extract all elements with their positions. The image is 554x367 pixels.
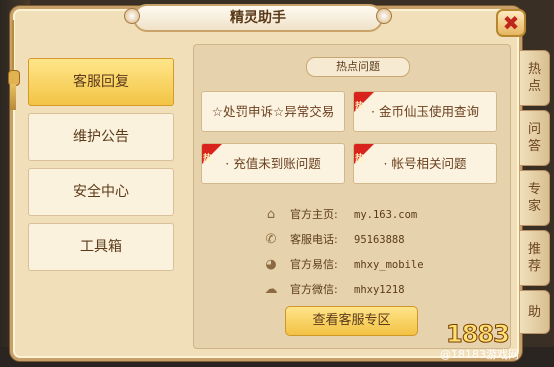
close-icon: ✖ xyxy=(502,11,520,35)
yixin-icon: ◕ xyxy=(265,257,277,272)
contact-value: 95163888 xyxy=(354,234,405,246)
nav-customer-reply[interactable]: 客服回复 xyxy=(28,58,174,106)
side-tab-qa[interactable]: 问答 xyxy=(520,110,550,166)
content-area xyxy=(193,44,511,349)
question-label: · 充值未到账问题 xyxy=(225,156,321,171)
view-service-zone-button[interactable]: 查看客服专区 xyxy=(285,306,418,336)
side-tab-label: 推荐 xyxy=(527,242,541,274)
nav-label: 客服回复 xyxy=(73,74,129,90)
contact-wechat: ☁ 官方微信: mhxy1218 xyxy=(262,279,405,301)
question-label: · 金币仙玉使用查询 xyxy=(371,104,479,119)
title-knob-left xyxy=(124,8,140,24)
home-icon: ⌂ xyxy=(266,207,276,222)
contact-value: mhxy1218 xyxy=(354,284,405,296)
nav-maintenance-notice[interactable]: 维护公告 xyxy=(28,113,174,161)
window-title: 精灵助手 xyxy=(133,4,383,32)
hot-badge: 热 xyxy=(355,154,365,164)
window-title-text: 精灵助手 xyxy=(230,10,286,26)
contact-yixin: ◕ 官方易信: mhxy_mobile xyxy=(262,254,424,276)
hot-badge: 热 xyxy=(203,154,213,164)
contact-value: my.163.com xyxy=(354,209,418,221)
side-tab-expert[interactable]: 专家 xyxy=(520,170,550,226)
hot-questions-title-text: 热点问题 xyxy=(336,60,380,73)
contact-value: mhxy_mobile xyxy=(354,259,424,271)
question-label: ☆处罚申诉☆异常交易 xyxy=(211,104,335,119)
title-knob-right xyxy=(376,8,392,24)
watermark: 1883 @18183游戏网 xyxy=(440,320,554,362)
hot-questions-title: 热点问题 xyxy=(306,57,410,77)
nav-label: 维护公告 xyxy=(73,129,129,145)
service-button-label: 查看客服专区 xyxy=(312,313,391,328)
contact-label: 官方主页: xyxy=(290,208,338,221)
question-coin-query[interactable]: 热 · 金币仙玉使用查询 xyxy=(353,91,497,132)
nav-label: 安全中心 xyxy=(73,184,129,200)
wechat-icon: ☁ xyxy=(264,282,278,297)
question-penalty-appeal[interactable]: ☆处罚申诉☆异常交易 xyxy=(201,91,345,132)
contact-label: 客服电话: xyxy=(290,233,338,246)
tassel-ornament xyxy=(8,20,20,110)
hot-badge: 热 xyxy=(355,102,365,112)
contact-phone: ✆ 客服电话: 95163888 xyxy=(262,229,405,251)
close-button[interactable]: ✖ xyxy=(496,9,526,37)
question-recharge-issue[interactable]: 热 · 充值未到账问题 xyxy=(201,143,345,184)
contact-homepage: ⌂ 官方主页: my.163.com xyxy=(262,204,417,226)
nav-toolbox[interactable]: 工具箱 xyxy=(28,223,174,271)
question-account-issue[interactable]: 热 · 帐号相关问题 xyxy=(353,143,497,184)
contact-label: 官方微信: xyxy=(290,283,338,296)
watermark-logo: 1883 xyxy=(446,320,511,349)
contact-label: 官方易信: xyxy=(290,258,338,271)
question-label: · 帐号相关问题 xyxy=(383,156,467,171)
side-tab-label: 热点 xyxy=(527,62,541,94)
phone-icon: ✆ xyxy=(265,232,277,247)
side-tab-label: 问答 xyxy=(527,122,541,154)
side-tab-hot[interactable]: 热点 xyxy=(520,50,550,106)
side-tab-label: 专家 xyxy=(527,182,541,214)
watermark-text: @18183游戏网 xyxy=(440,348,519,361)
nav-label: 工具箱 xyxy=(80,239,122,255)
nav-security-center[interactable]: 安全中心 xyxy=(28,168,174,216)
side-tab-label: 助 xyxy=(527,304,541,320)
side-tab-recommend[interactable]: 推荐 xyxy=(520,230,550,286)
